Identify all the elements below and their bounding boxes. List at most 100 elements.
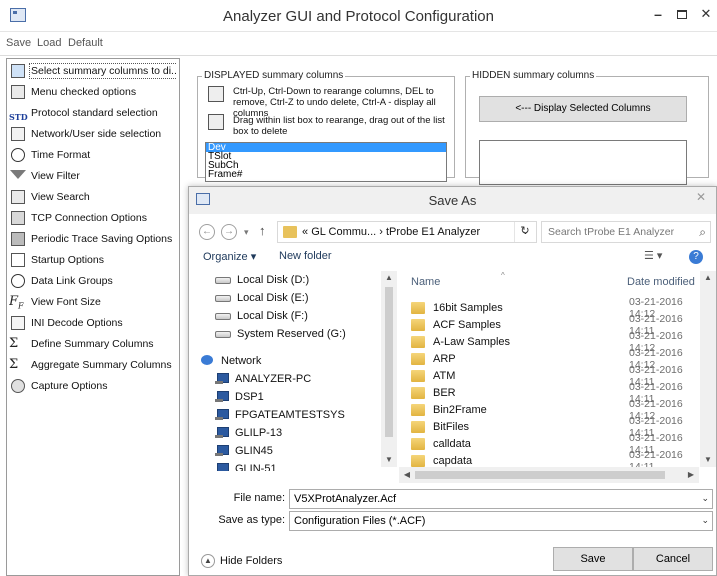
tree-item-computer[interactable]: ANALYZER-PC (215, 370, 311, 388)
tree-item-computer[interactable]: FPGATEAMTESTSYS (215, 406, 345, 424)
scroll-up-icon[interactable]: ▲ (381, 271, 397, 285)
scroll-down-icon[interactable]: ▼ (381, 453, 397, 467)
sidebar-item-network-user-side[interactable]: Network/User side selection (9, 124, 177, 144)
menu-load[interactable]: Load (37, 37, 61, 49)
list-item[interactable]: SubCh (206, 161, 446, 171)
capture-icon (9, 377, 27, 395)
tree-label: GLIN-51 (235, 463, 277, 471)
list-item[interactable]: TSlot (206, 152, 446, 162)
sidebar-item-startup-options[interactable]: Startup Options (9, 250, 177, 270)
save-as-type-label: Save as type: (218, 514, 285, 526)
tree-item-drive[interactable]: System Reserved (G:) (215, 325, 346, 343)
cancel-button[interactable]: Cancel (633, 547, 713, 571)
folder-icon (411, 454, 425, 467)
folder-icon (411, 386, 425, 399)
tree-label: ANALYZER-PC (235, 373, 312, 385)
sidebar-item-tcp-connection[interactable]: TCP Connection Options (9, 208, 177, 228)
sigma-icon: Σ (9, 336, 19, 351)
sidebar-item-time-format[interactable]: Time Format (9, 145, 177, 165)
close-button[interactable]: ✕ (697, 4, 715, 24)
refresh-icon[interactable]: ↻ (514, 221, 536, 241)
save-as-type-value: Configuration Files (*.ACF) (294, 515, 426, 527)
sidebar-item-label: Time Format (31, 149, 91, 161)
chevron-down-icon[interactable]: ⌄ (701, 515, 709, 526)
hidden-columns-list[interactable] (479, 140, 687, 185)
sidebar-item-ini-decode[interactable]: INI Decode Options (9, 313, 177, 333)
sidebar-item-data-link-groups[interactable]: Data Link Groups (9, 271, 177, 291)
address-bar[interactable]: « GL Commu... › tProbe E1 Analyzer ⌄ (277, 221, 537, 243)
file-name-input[interactable]: V5XProtAnalyzer.Acf ⌄ (289, 489, 713, 509)
file-name: BER (433, 386, 456, 399)
ini-icon (9, 314, 27, 332)
tree-label: DSP1 (235, 391, 264, 403)
menu-save[interactable]: Save (6, 37, 31, 49)
scroll-thumb[interactable] (415, 471, 665, 479)
scroll-left-icon[interactable]: ◀ (399, 468, 415, 482)
sidebar-item-label: View Search (31, 191, 90, 203)
list-item[interactable]: Frame# (206, 170, 446, 180)
tree-label: System Reserved (G:) (237, 328, 346, 340)
tree-item-drive[interactable]: Local Disk (E:) (215, 289, 309, 307)
display-selected-columns-button[interactable]: <--- Display Selected Columns (479, 96, 687, 122)
search-box[interactable]: Search tProbe E1 Analyzer ⌕ (541, 221, 711, 243)
hide-folders-label: Hide Folders (220, 555, 283, 567)
file-name: Bin2Frame (433, 403, 487, 416)
file-list-scrollbar[interactable]: ▲ ▼ (700, 271, 716, 467)
datalink-icon (9, 272, 27, 290)
sidebar-item-periodic-trace-saving[interactable]: Periodic Trace Saving Options (9, 229, 177, 249)
tree-label: GLIN45 (235, 445, 273, 457)
sidebar-item-view-filter[interactable]: View Filter (9, 166, 177, 186)
forward-button[interactable]: → (221, 224, 237, 240)
scroll-thumb[interactable] (385, 287, 393, 437)
help-icon[interactable]: ? (689, 250, 703, 264)
sidebar-item-view-search[interactable]: View Search (9, 187, 177, 207)
scroll-up-icon[interactable]: ▲ (700, 271, 716, 285)
sidebar-item-select-summary-columns[interactable]: Select summary columns to di... (9, 61, 177, 81)
tree-item-computer[interactable]: GLIN-51 (215, 460, 277, 471)
sidebar-item-label: Aggregate Summary Columns (31, 359, 172, 371)
dialog-title: Save As (428, 193, 477, 208)
chevron-down-icon[interactable]: ⌄ (701, 493, 709, 504)
save-button[interactable]: Save (553, 547, 633, 571)
tree-item-computer[interactable]: DSP1 (215, 388, 264, 406)
hide-folders-toggle[interactable]: ▲ Hide Folders (201, 554, 282, 568)
tree-item-drive[interactable]: Local Disk (D:) (215, 271, 309, 289)
dialog-close-button[interactable]: ✕ (686, 187, 716, 209)
displayed-columns-list[interactable]: Dev TSlot SubCh Frame# (205, 142, 447, 182)
back-button[interactable]: ← (199, 224, 215, 240)
menu-default[interactable]: Default (68, 37, 103, 49)
file-name: capdata (433, 454, 473, 467)
tree-item-drive[interactable]: Local Disk (F:) (215, 307, 308, 325)
view-options-icon[interactable]: ☰ ▾ (644, 249, 666, 265)
column-header-date-modified[interactable]: Date modified (627, 276, 695, 288)
minimize-button[interactable]: – (648, 4, 668, 24)
font-size-icon: FF (9, 294, 24, 311)
sidebar-item-menu-checked-options[interactable]: Menu checked options (9, 82, 177, 102)
column-header-name[interactable]: Name (411, 276, 440, 288)
sidebar-item-define-summary-columns[interactable]: Σ Define Summary Columns (9, 334, 177, 354)
save-as-type-select[interactable]: Configuration Files (*.ACF) ⌄ (289, 511, 713, 531)
file-list-hscrollbar[interactable]: ◀ ▶ (399, 467, 699, 483)
tree-item-computer[interactable]: GLIN45 (215, 442, 273, 460)
scroll-right-icon[interactable]: ▶ (683, 468, 699, 482)
sidebar-item-view-font-size[interactable]: FF View Font Size (9, 292, 177, 312)
sidebar-item-aggregate-summary-columns[interactable]: Σ Aggregate Summary Columns (9, 355, 177, 375)
maximize-button[interactable] (672, 4, 692, 24)
new-folder-button[interactable]: New folder (279, 250, 332, 262)
keyboard-icon (208, 86, 224, 102)
up-button[interactable]: ↑ (259, 223, 266, 238)
sidebar-item-capture-options[interactable]: Capture Options (9, 376, 177, 396)
file-name: calldata (433, 437, 471, 450)
sidebar-item-protocol-standard[interactable]: STD Protocol standard selection (9, 103, 177, 123)
scroll-down-icon[interactable]: ▼ (700, 453, 716, 467)
computer-icon (215, 409, 229, 421)
recent-locations-icon[interactable]: ▾ (244, 227, 249, 238)
save-as-dialog: Save As ✕ ← → ▾ ↑ « GL Commu... › tProbe… (188, 186, 717, 576)
tree-item-network[interactable]: Network (201, 352, 261, 370)
list-item[interactable]: Dev (206, 143, 446, 153)
organize-button[interactable]: Organize ▾ (203, 250, 256, 263)
search-input[interactable]: Search tProbe E1 Analyzer (548, 226, 674, 238)
tree-scrollbar[interactable]: ▲ ▼ (381, 271, 397, 467)
tree-item-computer[interactable]: GLILP-13 (215, 424, 282, 442)
sidebar-item-label: INI Decode Options (31, 317, 123, 329)
